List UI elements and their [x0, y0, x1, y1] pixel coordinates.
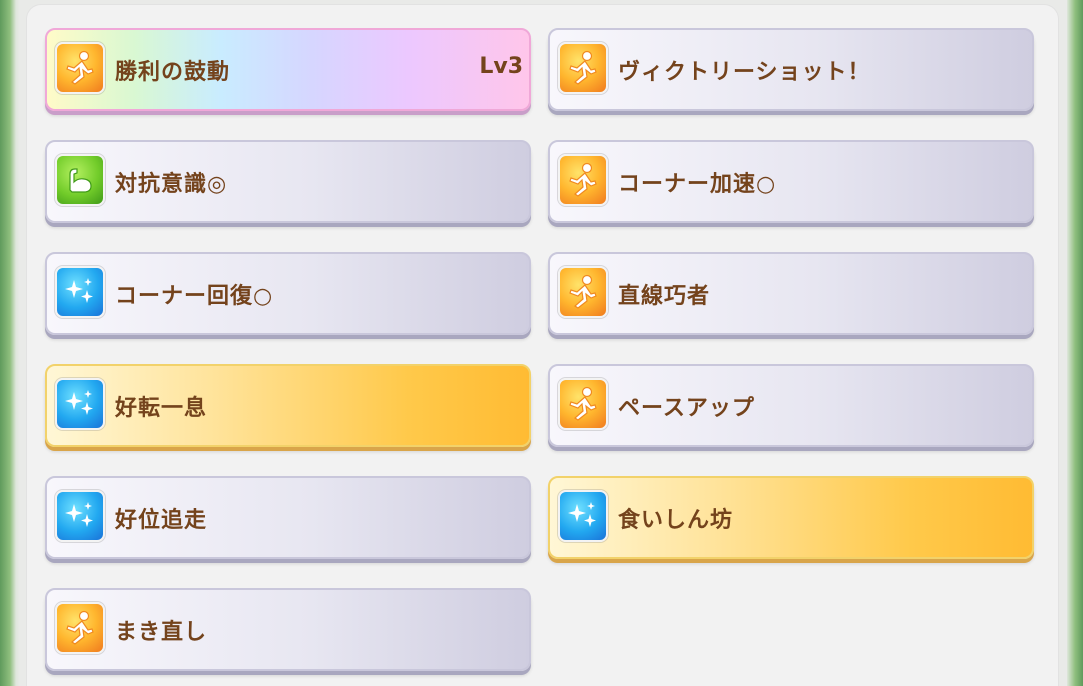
running-figure-icon	[558, 378, 608, 430]
skill-name: 直線巧者	[618, 284, 711, 309]
running-figure-icon	[558, 42, 608, 94]
skill-card-kuishinbou[interactable]: 食いしん坊	[548, 476, 1034, 559]
skill-name: コーナー回復○	[115, 284, 274, 309]
sparkle-icon	[55, 266, 105, 318]
flexed-arm-icon	[55, 154, 105, 206]
skill-card-corner-kaifuku[interactable]: コーナー回復○	[45, 252, 531, 335]
sparkle-icon	[558, 490, 608, 542]
skill-card-chokusen-kousha[interactable]: 直線巧者	[548, 252, 1034, 335]
skill-name: 好転一息	[115, 396, 208, 421]
skill-card-kouten-hitoiki[interactable]: 好転一息	[45, 364, 531, 447]
skill-name: まき直し	[115, 620, 208, 645]
running-figure-icon	[558, 266, 608, 318]
skill-card-shouri-no-kodou[interactable]: 勝利の鼓動 Lv3	[45, 28, 531, 111]
skill-name: 勝利の鼓動	[115, 60, 231, 85]
sparkle-icon	[55, 490, 105, 542]
skill-card-pace-up[interactable]: ペースアップ	[548, 364, 1034, 447]
skill-grid: 勝利の鼓動 Lv3 ヴィクトリーショット！ 対抗意識◎ コーナー加速○ コーナー…	[45, 28, 1034, 671]
skill-name: 好位追走	[115, 508, 208, 533]
skill-name: ヴィクトリーショット！	[618, 60, 871, 85]
skill-card-koui-tsuisou[interactable]: 好位追走	[45, 476, 531, 559]
skill-card-corner-kasoku[interactable]: コーナー加速○	[548, 140, 1034, 223]
skill-name: コーナー加速○	[618, 172, 777, 197]
running-figure-icon	[55, 42, 105, 94]
skill-name: 食いしん坊	[618, 508, 734, 533]
skill-card-taikou-ishiki[interactable]: 対抗意識◎	[45, 140, 531, 223]
skill-level: Lv3	[479, 54, 523, 79]
skill-card-makinaoshi[interactable]: まき直し	[45, 588, 531, 671]
running-figure-icon	[55, 602, 105, 654]
sparkle-icon	[55, 378, 105, 430]
skill-name: ペースアップ	[618, 396, 755, 421]
running-figure-icon	[558, 154, 608, 206]
background-edge	[1067, 0, 1083, 686]
skill-name: 対抗意識◎	[115, 172, 228, 197]
skill-card-victory-shot[interactable]: ヴィクトリーショット！	[548, 28, 1034, 111]
